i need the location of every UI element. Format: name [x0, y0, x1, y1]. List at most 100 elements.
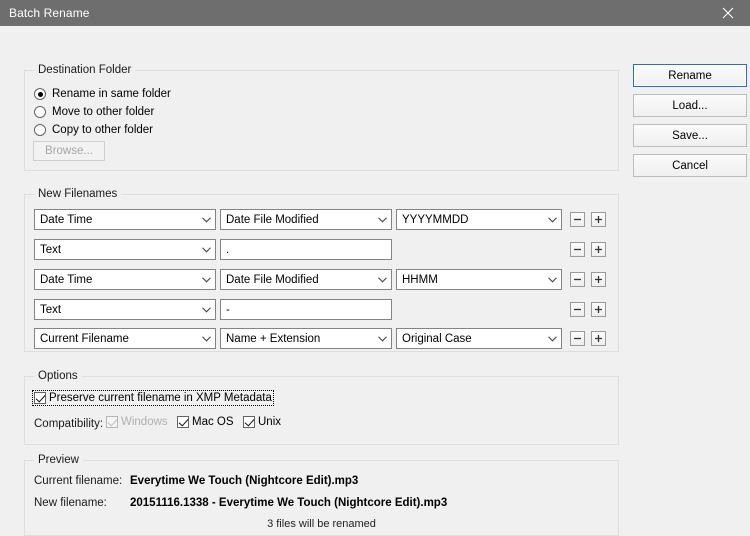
checkbox-label: Unix	[258, 416, 282, 428]
close-icon	[722, 7, 734, 19]
load-button[interactable]: Load...	[633, 94, 747, 117]
combo-value: Text	[40, 303, 62, 316]
cancel-button[interactable]: Cancel	[633, 154, 747, 177]
combo-value: Date Time	[40, 273, 93, 286]
options-group: Options Preserve current filename in XMP…	[24, 370, 619, 445]
combo-value: Current Filename	[40, 332, 129, 345]
checkbox-label: Windows	[121, 416, 168, 428]
checkbox-preserve-filename-xmp[interactable]: Preserve current filename in XMP Metadat…	[32, 390, 274, 406]
save-button[interactable]: Save...	[633, 124, 747, 147]
radio-rename-in-same-folder[interactable]: Rename in same folder	[34, 86, 171, 102]
filename-row-2-type-combo[interactable]: Text	[34, 239, 216, 260]
combo-value: Date File Modified	[226, 273, 319, 286]
filename-row-1-remove-button[interactable]	[570, 212, 585, 227]
plus-icon	[595, 276, 602, 283]
filename-row-3-format-combo[interactable]: HHMM	[396, 269, 562, 290]
minus-icon	[574, 218, 581, 221]
chevron-down-icon	[198, 246, 215, 253]
filename-row-5-type-combo[interactable]: Current Filename	[34, 328, 216, 349]
filename-row-1-type-combo[interactable]: Date Time	[34, 209, 216, 230]
combo-value: Original Case	[402, 332, 472, 345]
minus-icon	[574, 337, 581, 340]
combo-value: YYYYMMDD	[402, 213, 469, 226]
filename-row-2-text-input[interactable]: .	[220, 239, 392, 260]
filename-row-3-source-combo[interactable]: Date File Modified	[220, 269, 392, 290]
new-filenames-group: New Filenames Date Time Date File Modifi…	[24, 188, 619, 352]
preview-legend: Preview	[34, 454, 83, 466]
combo-value: Date Time	[40, 213, 93, 226]
browse-button[interactable]: Browse...	[33, 141, 105, 161]
checkbox-compat-unix[interactable]: Unix	[243, 416, 281, 428]
chevron-down-icon	[374, 276, 391, 283]
options-legend: Options	[34, 370, 82, 382]
new-filename-value: 20151116.1338 - Everytime We Touch (Nigh…	[130, 497, 448, 509]
text-value: -	[226, 303, 230, 316]
rename-count-label: 3 files will be renamed	[267, 518, 376, 530]
filename-row-3-type-combo[interactable]: Date Time	[34, 269, 216, 290]
checkbox-indicator	[243, 416, 255, 428]
radio-move-to-other-folder[interactable]: Move to other folder	[34, 104, 154, 120]
filename-row-1-format-combo[interactable]: YYYYMMDD	[396, 209, 562, 230]
chevron-down-icon	[198, 216, 215, 223]
compatibility-label: Compatibility:	[34, 418, 104, 430]
filename-row-5-add-button[interactable]	[591, 331, 606, 346]
current-filename-value: Everytime We Touch (Nightcore Edit).mp3	[130, 475, 359, 487]
window-title: Batch Rename	[9, 6, 90, 20]
current-filename-label: Current filename:	[34, 475, 123, 487]
destination-folder-legend: Destination Folder	[34, 64, 136, 76]
chevron-down-icon	[374, 216, 391, 223]
minus-icon	[574, 308, 581, 311]
filename-row-4-add-button[interactable]	[591, 302, 606, 317]
chevron-down-icon	[544, 276, 561, 283]
title-bar: Batch Rename	[0, 0, 750, 26]
new-filenames-legend: New Filenames	[34, 188, 122, 200]
checkbox-indicator	[106, 416, 118, 428]
combo-value: Date File Modified	[226, 213, 319, 226]
radio-indicator	[34, 124, 46, 136]
checkbox-indicator	[177, 416, 189, 428]
filename-row-5-remove-button[interactable]	[570, 331, 585, 346]
radio-label: Move to other folder	[52, 106, 155, 118]
radio-indicator	[34, 106, 46, 118]
close-button[interactable]	[706, 0, 750, 26]
combo-value: HHMM	[402, 273, 438, 286]
checkbox-compat-macos[interactable]: Mac OS	[177, 416, 234, 428]
minus-icon	[574, 278, 581, 281]
new-filename-label: New filename:	[34, 497, 107, 509]
filename-row-2-remove-button[interactable]	[570, 242, 585, 257]
chevron-down-icon	[198, 276, 215, 283]
filename-row-1-source-combo[interactable]: Date File Modified	[220, 209, 392, 230]
plus-icon	[595, 246, 602, 253]
plus-icon	[595, 335, 602, 342]
radio-label: Rename in same folder	[52, 88, 171, 100]
checkbox-label: Mac OS	[192, 416, 234, 428]
combo-value: Text	[40, 243, 62, 256]
radio-label: Copy to other folder	[52, 124, 154, 136]
filename-row-1-add-button[interactable]	[591, 212, 606, 227]
minus-icon	[574, 248, 581, 251]
plus-icon	[595, 216, 602, 223]
chevron-down-icon	[198, 335, 215, 342]
filename-row-3-add-button[interactable]	[591, 272, 606, 287]
chevron-down-icon	[544, 335, 561, 342]
filename-row-4-type-combo[interactable]: Text	[34, 299, 216, 320]
radio-copy-to-other-folder[interactable]: Copy to other folder	[34, 122, 153, 138]
filename-row-4-remove-button[interactable]	[570, 302, 585, 317]
combo-value: Name + Extension	[226, 332, 321, 345]
filename-row-5-case-combo[interactable]: Original Case	[396, 328, 562, 349]
chevron-down-icon	[544, 216, 561, 223]
filename-row-2-add-button[interactable]	[591, 242, 606, 257]
chevron-down-icon	[198, 306, 215, 313]
filename-row-4-text-input[interactable]: -	[220, 299, 392, 320]
filename-row-5-source-combo[interactable]: Name + Extension	[220, 328, 392, 349]
filename-row-3-remove-button[interactable]	[570, 272, 585, 287]
rename-button[interactable]: Rename	[633, 64, 747, 87]
plus-icon	[595, 306, 602, 313]
batch-rename-dialog: Rename Load... Save... Cancel Destinatio…	[0, 26, 750, 536]
text-value: .	[226, 243, 230, 256]
chevron-down-icon	[374, 335, 391, 342]
checkbox-compat-windows[interactable]: Windows	[106, 416, 168, 428]
checkbox-label: Preserve current filename in XMP Metadat…	[49, 392, 272, 404]
preview-group: Preview Current filename: Everytime We T…	[24, 454, 619, 536]
destination-folder-group: Destination Folder Rename in same folder…	[24, 64, 619, 171]
